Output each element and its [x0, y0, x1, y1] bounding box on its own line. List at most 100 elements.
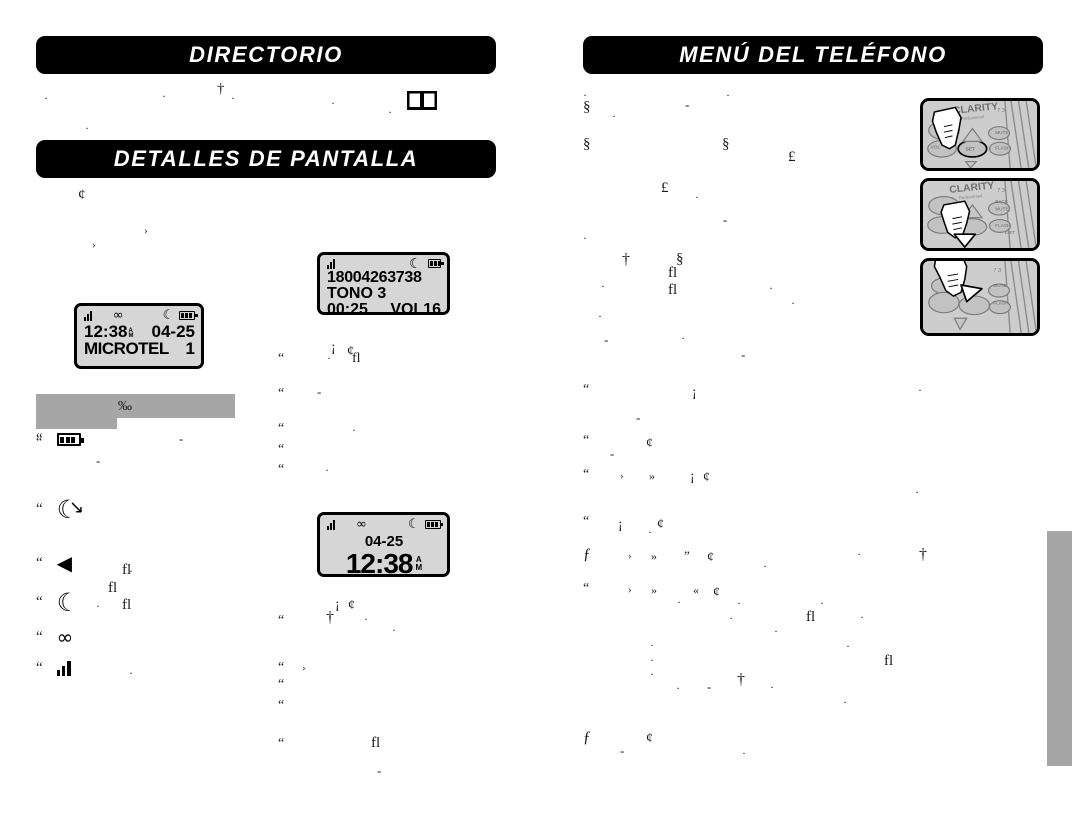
- text-artifact: “: [583, 581, 590, 596]
- signal-bars-icon: [84, 310, 94, 321]
- directory-book-icon: [407, 91, 437, 115]
- text-artifact: ·: [846, 639, 850, 653]
- svg-text:VOL: VOL: [931, 145, 941, 150]
- phone-photo-select-key: CY nal 7 3 MUTE FLASH: [920, 258, 1040, 336]
- text-artifact: ·: [325, 463, 329, 477]
- text-artifact: ›: [302, 662, 306, 674]
- text-artifact: fl: [806, 609, 816, 625]
- text-artifact: ·: [737, 596, 741, 610]
- text-artifact: †: [622, 251, 630, 268]
- text-artifact: ·: [742, 746, 746, 760]
- text-artifact: -: [620, 743, 625, 758]
- text-artifact: ·: [677, 595, 681, 609]
- signal-bars-icon: [327, 258, 335, 269]
- text-artifact: ·: [769, 281, 773, 295]
- text-artifact: “: [36, 435, 43, 450]
- text-artifact: ·: [763, 559, 767, 573]
- text-artifact: ·: [770, 680, 774, 694]
- highlight-band-narrow: [36, 418, 117, 429]
- text-artifact: ›: [620, 470, 624, 482]
- text-artifact: ›: [628, 584, 632, 596]
- text-artifact: “: [583, 433, 590, 448]
- section-header-directorio: DIRECTORIO: [36, 36, 496, 74]
- svg-text:7 3: 7 3: [997, 188, 1005, 194]
- ringer-off-icon: ☾: [407, 517, 420, 532]
- section-header-label: DIRECTORIO: [189, 42, 343, 67]
- signal-bars-icon: [56, 661, 73, 676]
- text-artifact: fl: [108, 580, 118, 596]
- text-artifact: “: [278, 613, 285, 628]
- battery-icon: [424, 520, 443, 529]
- legend-bullet: “: [36, 594, 43, 610]
- battery-icon: [179, 311, 198, 320]
- lcd-time: 12:38: [345, 548, 414, 579]
- text-artifact: ·: [96, 599, 100, 613]
- text-artifact: ›: [92, 239, 96, 251]
- text-artifact: ·: [695, 190, 699, 204]
- ringer-off-slash-icon: ↘: [69, 497, 85, 518]
- text-artifact: ·: [129, 666, 133, 680]
- lcd-status-bar: ∞ ☾: [327, 517, 443, 532]
- legend-item-moon: “ ☾: [36, 588, 79, 617]
- text-artifact: fl: [668, 265, 678, 281]
- svg-text:MUTE: MUTE: [995, 130, 1008, 135]
- text-artifact: ·: [915, 485, 919, 499]
- legend-item-speaker: “ ◀: [36, 551, 72, 575]
- text-artifact: “: [278, 660, 285, 675]
- text-artifact: “: [278, 442, 285, 457]
- text-artifact: -: [377, 763, 382, 778]
- text-artifact: ·: [85, 121, 89, 135]
- text-artifact: ·: [612, 109, 616, 123]
- text-artifact: ·: [583, 231, 587, 245]
- text-artifact: -: [179, 431, 184, 446]
- text-artifact: ”: [684, 548, 690, 563]
- legend-item-ringer-off: “ ☾ ↘: [36, 495, 84, 524]
- text-artifact: §: [676, 251, 684, 267]
- text-artifact: «: [693, 583, 699, 597]
- text-artifact: -: [685, 97, 690, 112]
- text-artifact: -: [604, 332, 609, 347]
- text-artifact: ¡: [618, 517, 623, 532]
- text-artifact: ¡: [692, 385, 697, 400]
- voicemail-icon: ∞: [56, 625, 74, 649]
- lcd-time: 12:38: [84, 322, 128, 341]
- text-artifact: ›: [628, 550, 632, 562]
- lcd-caller-name: MICROTEL: [84, 339, 169, 358]
- text-artifact: fl: [668, 282, 678, 298]
- speaker-icon: ◀: [56, 551, 73, 575]
- text-artifact: ¢: [713, 585, 720, 600]
- text-artifact: §: [583, 99, 591, 115]
- svg-text:LIST: LIST: [1005, 230, 1015, 235]
- text-artifact: “: [278, 421, 285, 436]
- text-artifact: †: [737, 671, 745, 688]
- legend-bullet: “: [36, 501, 43, 517]
- text-artifact: ·: [650, 638, 654, 652]
- ringer-off-icon: ☾: [162, 308, 175, 323]
- text-artifact: ·: [327, 351, 331, 365]
- text-artifact: ¢: [657, 517, 664, 532]
- section-header-menu-del-telefono: MENÚ DEL TELÉFONO: [583, 36, 1043, 74]
- svg-text:BACK: BACK: [995, 199, 1009, 204]
- text-artifact: ·: [650, 667, 654, 681]
- text-artifact: ¢: [703, 470, 710, 485]
- page-edge-tab: [1047, 531, 1072, 766]
- text-artifact: fl: [371, 735, 381, 751]
- lcd-volume-level: VOL16: [390, 301, 441, 318]
- text-artifact: ·: [44, 91, 48, 105]
- text-artifact: »: [651, 583, 657, 597]
- text-artifact: ›: [144, 225, 148, 237]
- lcd-caller-number: 18004263738: [327, 269, 422, 286]
- svg-text:7 3: 7 3: [997, 108, 1005, 114]
- text-artifact: §: [722, 136, 730, 152]
- text-artifact: -: [741, 347, 746, 362]
- lcd-status-bar: ∞ ☾: [84, 308, 198, 323]
- text-artifact: “: [583, 382, 590, 397]
- lcd-caller-count: 1: [185, 339, 195, 358]
- text-artifact: ·: [231, 91, 235, 105]
- text-artifact: ·: [601, 279, 605, 293]
- text-artifact: »: [649, 469, 655, 483]
- text-artifact: †: [217, 81, 225, 97]
- text-artifact: -: [636, 410, 641, 425]
- lcd-ringer-tone: TONO 3: [327, 285, 387, 302]
- lcd-display-standby: ∞ ☾ 12:38 AM 04-25 MICROTEL 1: [74, 303, 204, 369]
